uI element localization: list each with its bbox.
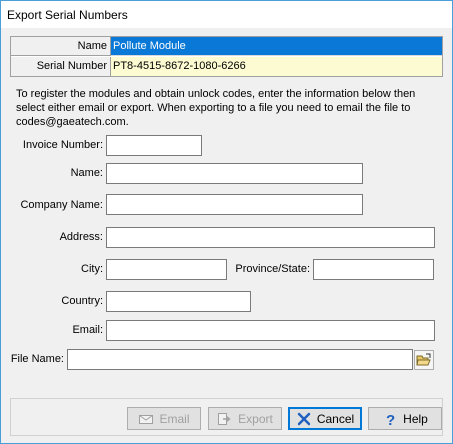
browse-button[interactable]	[414, 350, 434, 370]
email-field[interactable]	[106, 320, 435, 341]
province-state-label: Province/State:	[235, 263, 310, 275]
export-button[interactable]: Export	[208, 407, 282, 430]
help-button[interactable]: ? Help	[368, 407, 442, 430]
title-bar: Export Serial Numbers	[1, 1, 452, 28]
help-button-label: Help	[403, 411, 428, 426]
grid-row-serial-number[interactable]: Serial Number PT8-4515-8672-1080-6266	[11, 57, 442, 76]
country-label: Country:	[61, 295, 103, 307]
file-name-label: File Name:	[10, 353, 64, 365]
export-button-label: Export	[238, 411, 273, 426]
module-info-grid: Name Pollute Module Serial Number PT8-45…	[10, 36, 443, 77]
grid-value-serial-number[interactable]: PT8-4515-8672-1080-6266	[111, 57, 442, 76]
email-label: Email:	[72, 324, 103, 336]
email-button[interactable]: Email	[127, 407, 201, 430]
grid-row-name[interactable]: Name Pollute Module	[11, 37, 442, 56]
instructions-text: To register the modules and obtain unloc…	[16, 88, 416, 128]
open-folder-icon	[416, 353, 431, 366]
address-label: Address:	[59, 231, 103, 243]
company-name-field[interactable]	[106, 194, 363, 215]
address-field[interactable]	[106, 227, 435, 248]
invoice-number-label: Invoice Number:	[22, 139, 103, 151]
window-title: Export Serial Numbers	[7, 8, 128, 22]
question-mark-icon: ?	[382, 411, 398, 429]
city-field[interactable]	[106, 259, 227, 280]
envelope-icon	[138, 411, 154, 427]
name-label: Name:	[70, 167, 103, 179]
cancel-button[interactable]: Cancel	[288, 407, 362, 430]
file-name-field[interactable]	[67, 349, 413, 370]
export-arrow-icon	[217, 411, 233, 427]
country-field[interactable]	[106, 291, 251, 312]
x-icon	[296, 411, 312, 427]
city-label: City:	[81, 263, 103, 275]
grid-label-name: Name	[11, 37, 111, 56]
invoice-number-field[interactable]	[106, 135, 202, 156]
grid-value-name[interactable]: Pollute Module	[111, 37, 442, 56]
province-state-field[interactable]	[313, 259, 434, 280]
grid-label-serial-number: Serial Number	[11, 57, 111, 76]
company-name-label: Company Name:	[20, 199, 103, 211]
cancel-button-label: Cancel	[316, 411, 355, 426]
name-field[interactable]	[106, 163, 363, 184]
email-button-label: Email	[159, 411, 190, 426]
export-serial-numbers-dialog: Export Serial Numbers Name Pollute Modul…	[0, 0, 453, 444]
svg-text:?: ?	[386, 412, 395, 427]
